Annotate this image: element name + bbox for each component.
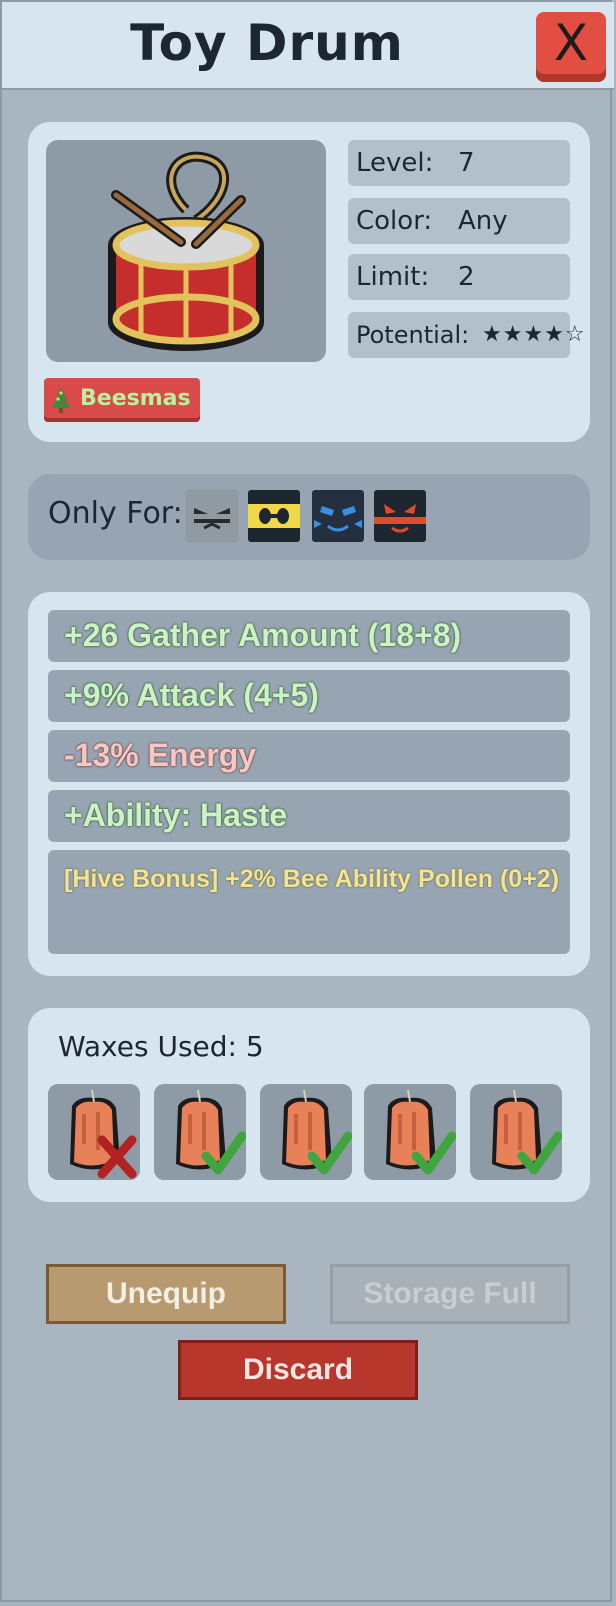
wax-slot-2[interactable] (154, 1084, 246, 1180)
event-badge: Beesmas (44, 378, 200, 422)
stat-label: Color: (356, 206, 433, 236)
title-bar: Toy Drum X (2, 2, 614, 90)
stat-potential: Potential: ★★★★☆ (348, 312, 585, 358)
bonuses-panel: +26 Gather Amount (18+8) +9% Attack (4+5… (28, 592, 590, 976)
wax-slot-1[interactable] (48, 1084, 140, 1180)
wax-slot-5[interactable] (470, 1084, 562, 1180)
stat-label: Potential: (356, 321, 470, 349)
close-button[interactable]: X (536, 12, 606, 82)
stat-value: Any (458, 206, 508, 236)
hive-bonus: [Hive Bonus] +2% Bee Ability Pollen (0+2… (48, 850, 570, 954)
waxes-used-label: Waxes Used: 5 (58, 1030, 264, 1063)
christmas-tree-icon (50, 386, 72, 429)
stat-level: Level: 7 (348, 140, 570, 186)
bonus-ability: +Ability: Haste (48, 790, 570, 842)
stat-color: Color: Any (348, 198, 570, 244)
item-title: Toy Drum (130, 14, 404, 72)
wax-slot-3[interactable] (260, 1084, 352, 1180)
wax-slot-4[interactable] (364, 1084, 456, 1180)
unequip-button[interactable]: Unequip (46, 1264, 286, 1324)
waxes-count: 5 (245, 1030, 264, 1063)
cool-bee-icon[interactable] (312, 490, 364, 542)
item-info-panel: Level: 7 Color: Any Limit: 2 Potential: … (28, 122, 590, 442)
waxes-label-text: Waxes Used: (58, 1030, 237, 1063)
only-for-panel: Only For: (28, 474, 590, 560)
only-for-label: Only For: (48, 496, 183, 531)
stat-limit: Limit: 2 (348, 254, 570, 300)
stat-value: 7 (458, 148, 475, 178)
bonus-attack: +9% Attack (4+5) (48, 670, 570, 722)
discard-button[interactable]: Discard (178, 1340, 418, 1400)
item-details-window: Toy Drum X Level: 7 Color: Any Limit: 2 … (0, 0, 614, 1602)
stat-label: Limit: (356, 262, 430, 292)
demon-bee-icon[interactable] (374, 490, 426, 542)
stat-value: 2 (458, 262, 475, 292)
toy-drum-icon (46, 140, 326, 362)
stat-label: Level: (356, 148, 434, 178)
bonus-energy: -13% Energy (48, 730, 570, 782)
waxes-panel: Waxes Used: 5 (28, 1008, 590, 1202)
bonus-gather-amount: +26 Gather Amount (18+8) (48, 610, 570, 662)
hasty-bee-icon[interactable] (248, 490, 300, 542)
ninja-bee-icon[interactable] (186, 490, 238, 542)
potential-stars: ★★★★☆ (482, 322, 586, 347)
storage-full-button[interactable]: Storage Full (330, 1264, 570, 1324)
event-label: Beesmas (80, 386, 191, 411)
